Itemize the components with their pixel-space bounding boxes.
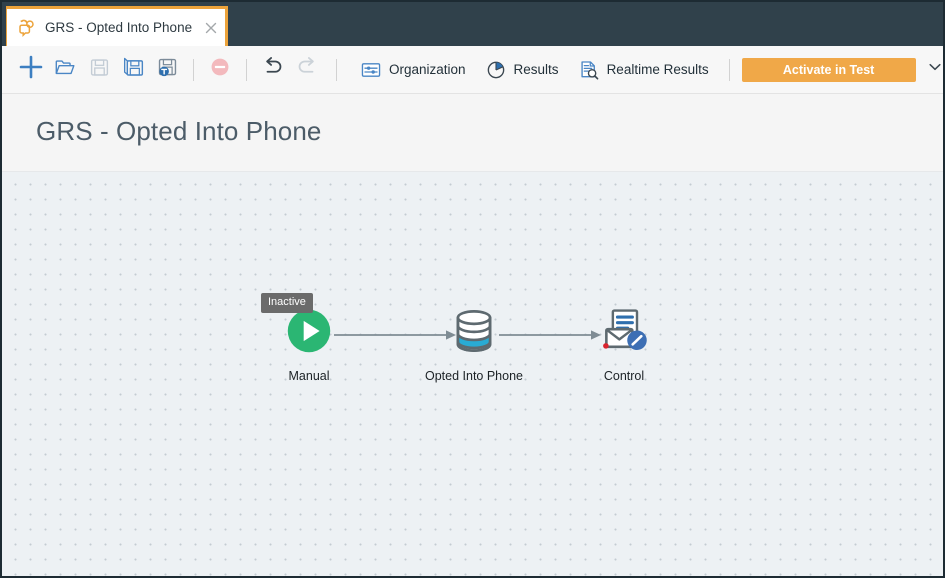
save-as-template-button[interactable] (150, 53, 184, 87)
campaign-icon (17, 18, 37, 38)
results-label: Results (513, 62, 559, 77)
realtime-results-button[interactable]: Realtime Results (569, 53, 719, 87)
workflow-canvas[interactable]: Inactive Manual Opted Into Phone Control (2, 172, 943, 576)
node-manual-icon-wrap: Inactive (239, 293, 379, 361)
new-button[interactable] (14, 53, 48, 87)
open-button[interactable] (48, 53, 82, 87)
activate-in-test-button[interactable]: Activate in Test (741, 57, 916, 82)
save-as-icon (122, 56, 145, 84)
node-opted-label: Opted Into Phone (425, 369, 523, 383)
node-control-label: Control (603, 369, 645, 383)
document-search-icon (579, 60, 599, 80)
node-opted-into-phone[interactable]: Opted Into Phone (404, 305, 544, 383)
status-badge: Inactive (261, 293, 313, 313)
sliders-icon (361, 60, 381, 80)
node-manual-label: Manual (288, 369, 330, 383)
toolbar-divider (246, 58, 247, 81)
delete-button[interactable] (203, 53, 237, 87)
results-button[interactable]: Results (476, 53, 569, 87)
play-circle-green-icon (286, 308, 332, 359)
node-control[interactable]: Control (554, 305, 694, 383)
save-template-icon (156, 56, 179, 84)
toolbar-divider (336, 58, 337, 81)
application-window: GRS - Opted Into Phone Organization Resu… (0, 0, 945, 578)
node-manual[interactable]: Inactive Manual (239, 293, 379, 383)
pie-chart-icon (486, 60, 506, 80)
activate-dropdown-button[interactable] (922, 55, 943, 85)
realtime-results-label: Realtime Results (606, 62, 709, 77)
organization-label: Organization (389, 62, 466, 77)
undo-icon (261, 55, 285, 84)
save-as-button[interactable] (116, 53, 150, 87)
delete-circle-icon (209, 56, 231, 83)
organization-button[interactable]: Organization (351, 53, 476, 87)
close-icon[interactable] (203, 20, 219, 36)
redo-icon (295, 55, 319, 84)
tab-grs-opted-into-phone[interactable]: GRS - Opted Into Phone (6, 6, 228, 46)
main-toolbar: Organization Results Realtime Results Ac… (2, 46, 943, 94)
chevron-down-icon (927, 59, 943, 80)
save-button[interactable] (82, 53, 116, 87)
window-titlebar: GRS - Opted Into Phone (2, 2, 943, 46)
toolbar-divider (193, 58, 194, 81)
node-opted-icon-wrap (404, 305, 544, 361)
tab-title: GRS - Opted Into Phone (45, 20, 193, 35)
plus-icon (18, 54, 44, 85)
toolbar-divider (728, 58, 730, 81)
page-title-band: GRS - Opted Into Phone (2, 94, 943, 172)
database-icon (449, 306, 499, 361)
undo-button[interactable] (256, 53, 290, 87)
folder-open-icon (54, 56, 76, 83)
node-control-icon-wrap (554, 305, 694, 361)
page-title: GRS - Opted Into Phone (36, 116, 322, 146)
save-icon (89, 57, 110, 83)
redo-button[interactable] (290, 53, 324, 87)
control-mail-icon (598, 305, 650, 362)
